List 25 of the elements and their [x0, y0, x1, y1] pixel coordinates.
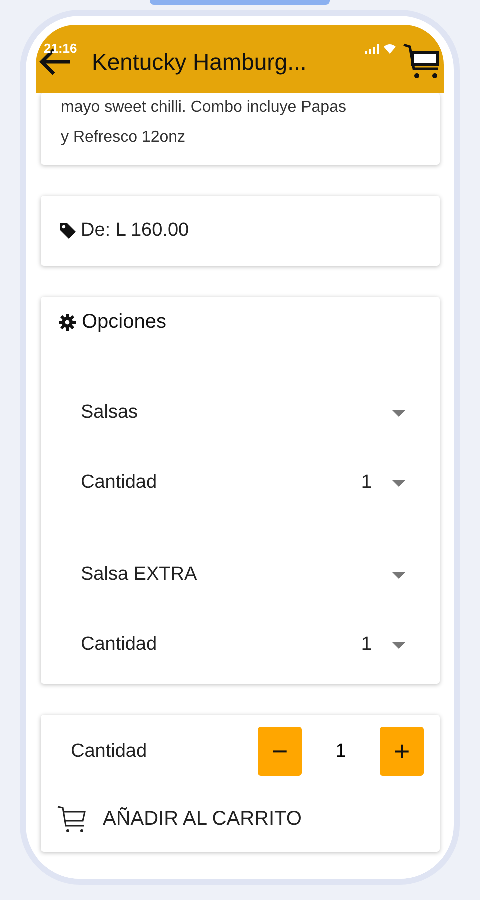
header-title: Kentucky Hamburg... — [92, 48, 308, 76]
quantity-value: 1 — [334, 740, 348, 762]
gear-icon — [59, 314, 76, 331]
price-text: De: L 160.00 — [81, 220, 190, 242]
options-title: Opciones — [82, 311, 166, 334]
select-field[interactable]: Salsa EXTRA — [81, 544, 406, 606]
description-text: mayo sweet chilli. Combo incluye Papas — [61, 98, 348, 118]
quantity-label: Cantidad — [71, 740, 148, 762]
signal-icon — [365, 44, 381, 54]
dropdown-icon — [392, 642, 406, 648]
tag-icon — [59, 222, 77, 240]
dropdown-icon — [392, 410, 406, 416]
select-field[interactable]: Cantidad 1 — [81, 606, 406, 684]
cart-button[interactable] — [402, 43, 442, 81]
wifi-icon — [384, 44, 396, 54]
increment-button[interactable]: + — [380, 727, 424, 776]
status-time: 21:16 — [44, 41, 78, 56]
select-field[interactable]: Salsas — [81, 382, 406, 444]
cart-icon — [57, 804, 87, 834]
decrement-button[interactable]: − — [258, 727, 302, 776]
description-text: y Refresco 12onz — [61, 128, 187, 148]
dropdown-icon — [392, 572, 406, 578]
add-to-cart-button[interactable]: AÑADIR AL CARRITO — [57, 804, 302, 834]
dropdown-icon — [392, 480, 406, 486]
select-field[interactable]: Cantidad 1 — [81, 444, 406, 522]
